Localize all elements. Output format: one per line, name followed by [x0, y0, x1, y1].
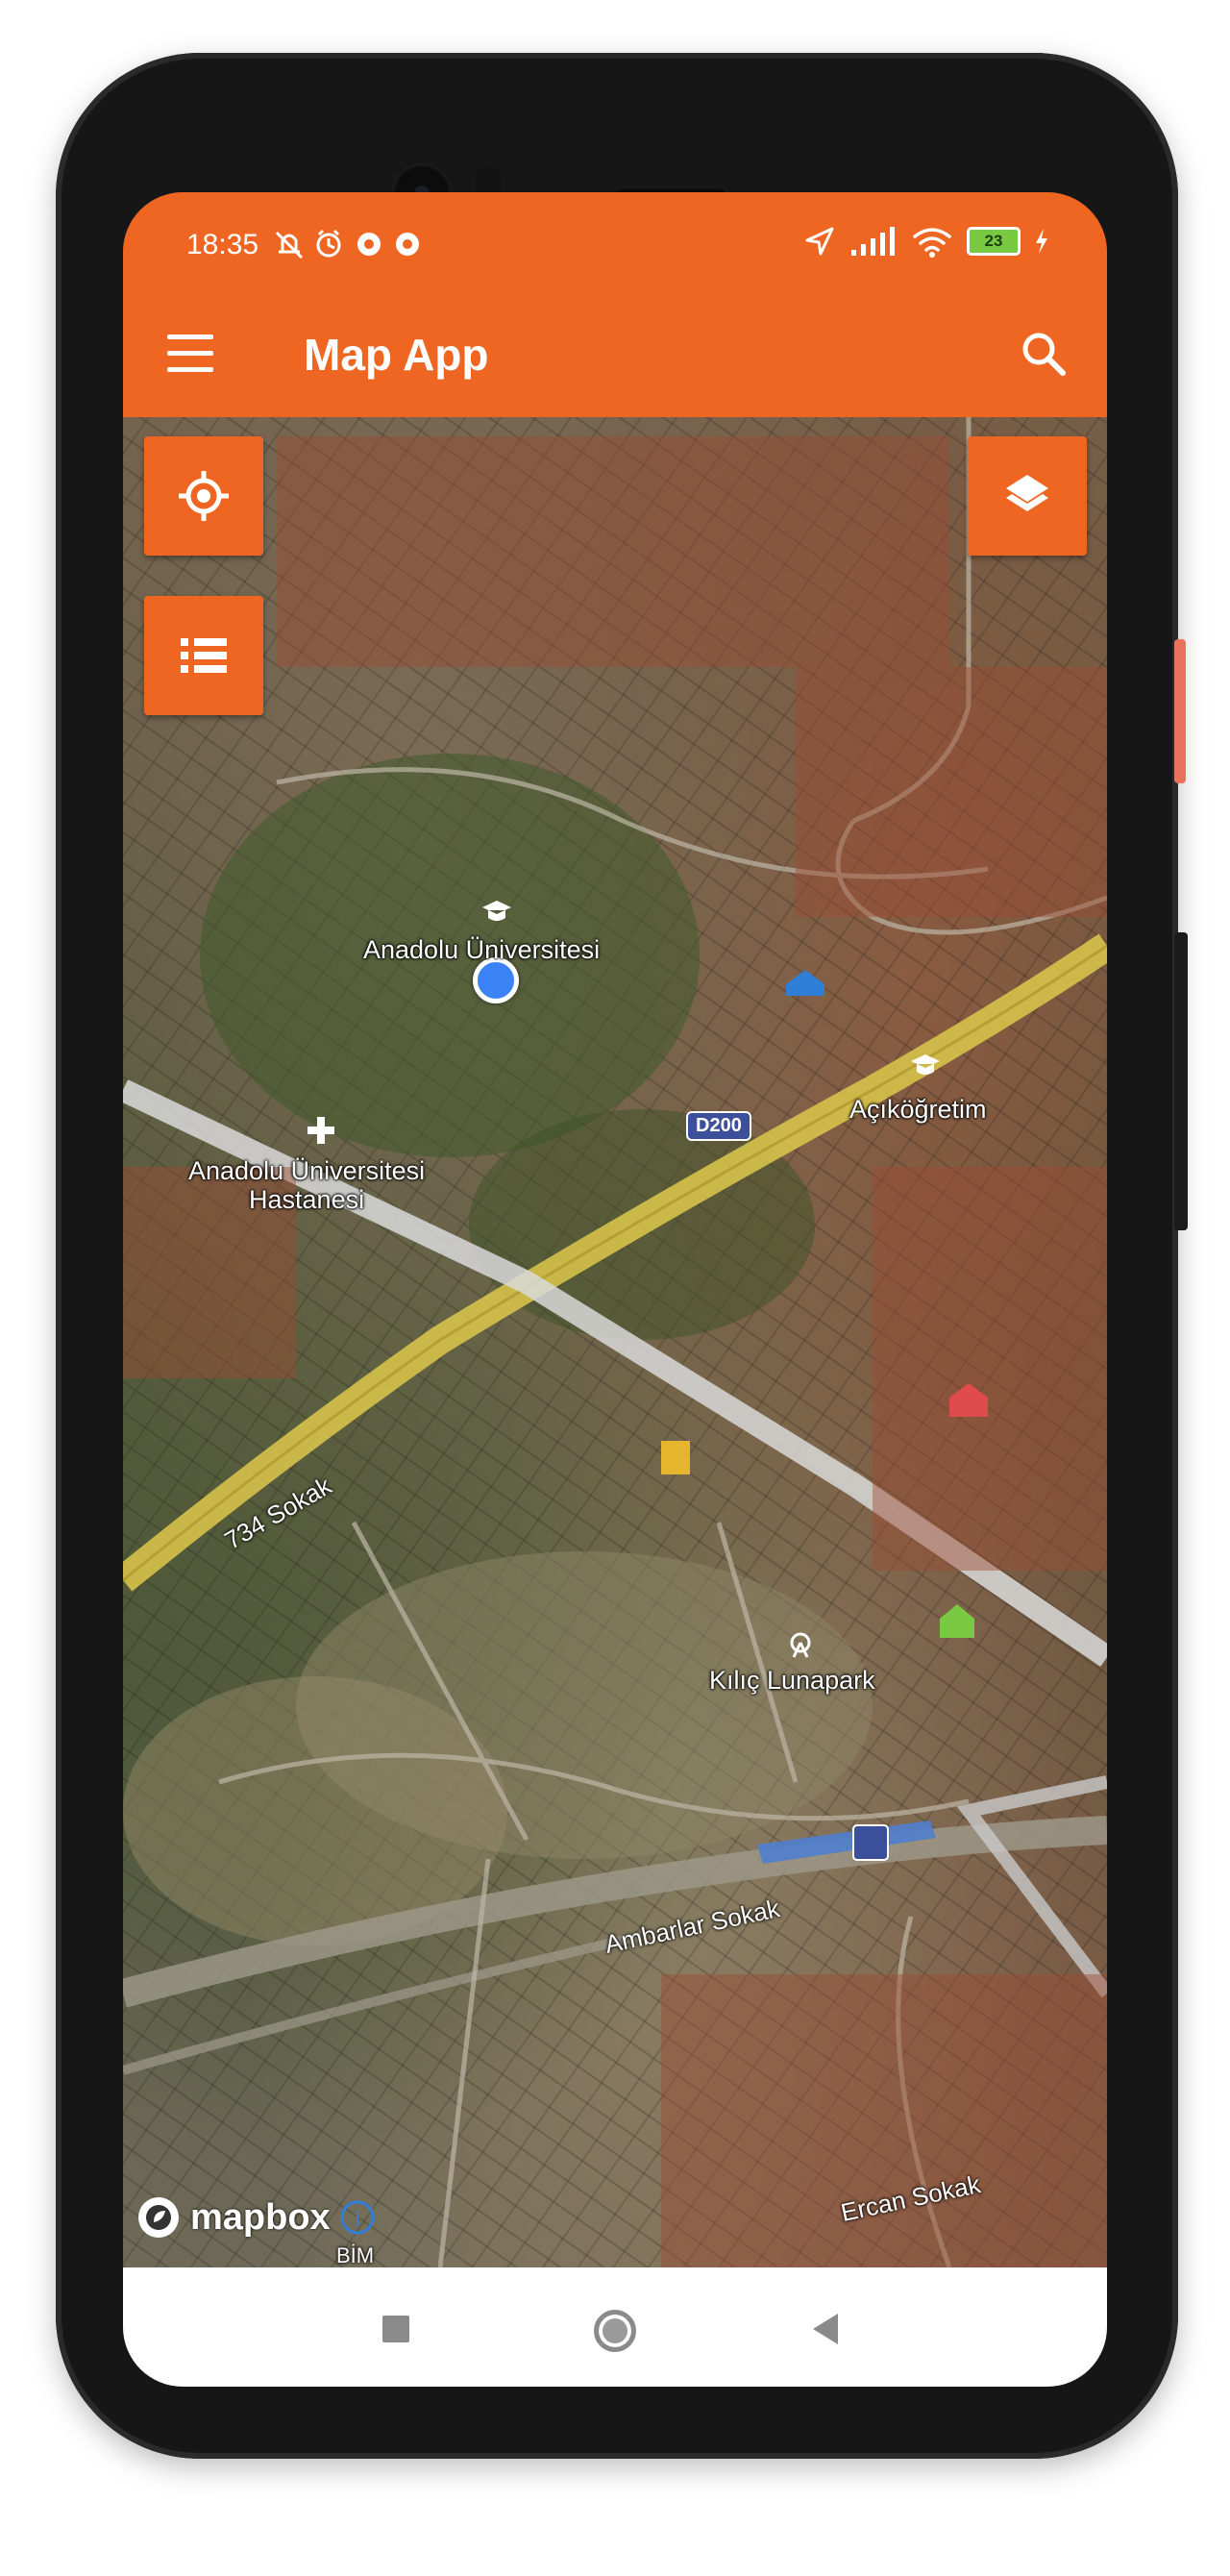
map-roads [123, 417, 1107, 2267]
power-button [1174, 639, 1186, 783]
label-anadolu-universitesi[interactable]: Anadolu Üniversitesi [363, 935, 600, 965]
layers-icon [1006, 475, 1048, 511]
status-time: 18:35 [186, 229, 259, 260]
layers-button[interactable] [968, 436, 1087, 556]
graduation-cap-icon [911, 1054, 940, 1075]
locate-me-button[interactable] [144, 436, 263, 556]
hamburger-menu-icon[interactable] [167, 334, 217, 377]
status-right-icons: 23 [803, 225, 1049, 258]
label-bim: BİM [336, 2243, 375, 2267]
mapbox-logo-icon [138, 2197, 179, 2238]
road-shield-d200: D200 [686, 1111, 751, 1141]
label-hastane-line1: Anadolu Üniversitesi [188, 1156, 426, 1185]
battery-indicator: 23 [967, 227, 1021, 256]
list-button[interactable] [144, 596, 263, 715]
svg-text:i: i [355, 2206, 360, 2230]
label-hastane[interactable]: Anadolu Üniversitesi Hastanesi [188, 1156, 426, 1214]
status-notification-icons [273, 227, 436, 269]
map-view[interactable]: Anadolu Üniversitesi Anadolu Üniversites… [123, 417, 1107, 2267]
status-bar: 18:35 23 [123, 192, 1107, 298]
label-acikogretim[interactable]: Açıköğretim [849, 1095, 987, 1125]
mapbox-wordmark: mapbox [190, 2196, 331, 2238]
system-navigation-bar [123, 2267, 1107, 2387]
home-circle-icon[interactable] [594, 2310, 636, 2352]
phone-screen: 18:35 23 Map App Anadolu Üniversitesi An… [123, 192, 1107, 2387]
notification-icons [275, 229, 419, 260]
wifi-icon [913, 228, 951, 258]
mapbox-attribution[interactable]: mapbox i [135, 2193, 377, 2242]
location-arrow-icon [805, 227, 834, 256]
label-kilic-lunapark[interactable]: Kılıç Lunapark [709, 1666, 875, 1696]
back-triangle-icon[interactable] [813, 2314, 838, 2344]
search-icon[interactable] [1017, 327, 1070, 381]
info-icon[interactable]: i [338, 2198, 377, 2237]
list-icon [181, 638, 227, 673]
label-hastane-line2: Hastanesi [249, 1184, 365, 1214]
amusement-park-icon [790, 1632, 811, 1658]
app-bar: Map App [123, 298, 1107, 417]
signal-icon [851, 227, 895, 256]
volume-button [1174, 932, 1188, 1230]
charging-bolt-icon [1036, 229, 1047, 254]
hospital-cross-icon [308, 1117, 334, 1144]
recents-square-icon[interactable] [382, 2316, 409, 2342]
gps-crosshair-icon [179, 471, 229, 521]
app-title: Map App [304, 330, 489, 380]
graduation-cap-icon [482, 901, 511, 921]
